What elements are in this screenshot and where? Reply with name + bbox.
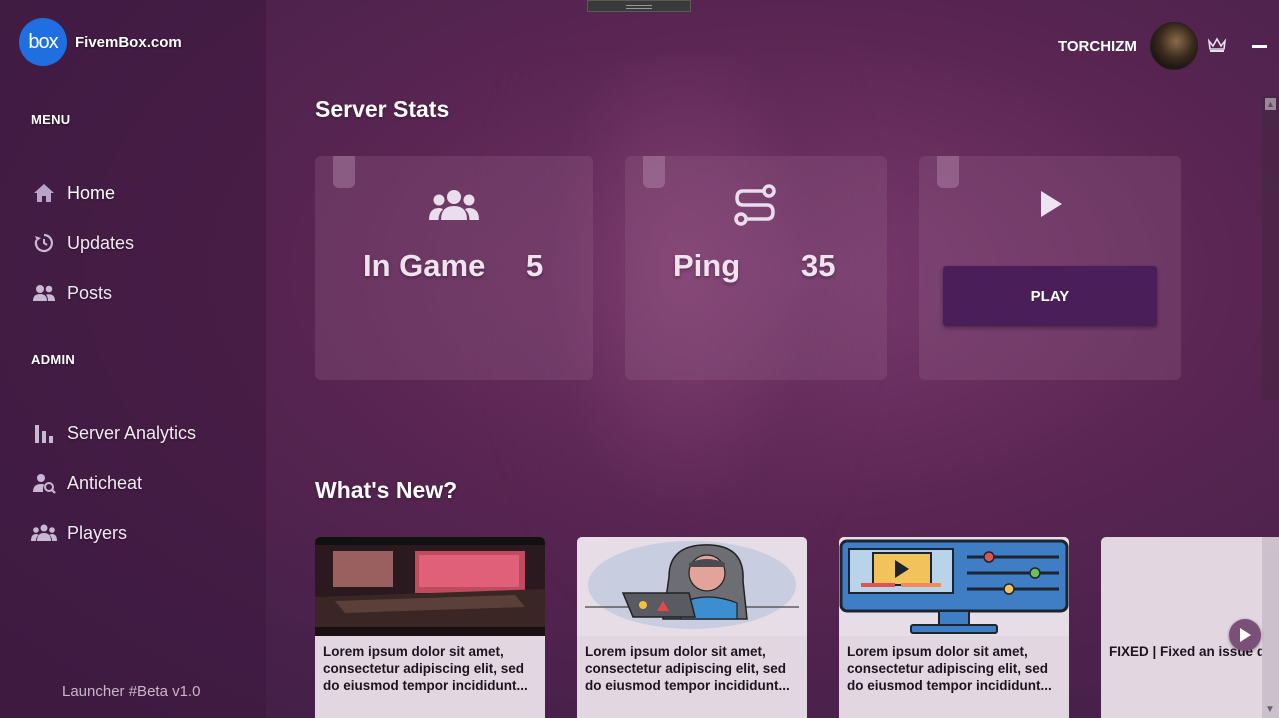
server-stats-title: Server Stats <box>315 96 450 122</box>
play-button[interactable]: PLAY <box>943 266 1157 326</box>
sidebar-item-label: Anticheat <box>67 472 143 493</box>
sidebar-item-posts[interactable]: Posts <box>31 278 112 308</box>
sidebar-item-label: Server Analytics <box>67 422 197 443</box>
play-icon <box>1039 190 1063 223</box>
user-panel: TORCHIZM <box>1049 20 1279 70</box>
group-icon <box>429 188 479 227</box>
sidebar-item-updates[interactable]: Updates <box>31 228 134 258</box>
play-card: PLAY <box>919 156 1181 380</box>
analytics-icon <box>31 420 57 446</box>
scroll-up-icon[interactable]: ▲ <box>1265 98 1276 110</box>
launcher-version: Launcher #Beta v1.0 <box>62 683 201 700</box>
players-icon <box>31 520 57 546</box>
news-card[interactable]: Lorem ipsum dolor sit amet, consectetur … <box>315 537 545 718</box>
minimize-button[interactable] <box>1252 45 1267 48</box>
scroll-down-icon[interactable]: ▼ <box>1265 704 1275 715</box>
in-game-card: In Game 5 <box>315 156 593 380</box>
news-carousel: Lorem ipsum dolor sit amet, consectetur … <box>315 537 1262 718</box>
avatar[interactable] <box>1150 22 1198 70</box>
sidebar-item-label: Home <box>67 182 116 203</box>
crown-icon[interactable] <box>1207 37 1227 53</box>
news-card[interactable]: Lorem ipsum dolor sit amet, consectetur … <box>839 537 1069 718</box>
sidebar-item-label: Updates <box>67 232 135 253</box>
card-tab <box>643 156 665 188</box>
anticheat-icon <box>31 470 57 496</box>
window-drag-handle[interactable] <box>587 0 691 12</box>
ping-value: 35 <box>801 248 836 283</box>
sidebar-item-label: Posts <box>67 282 113 303</box>
news-thumbnail <box>315 537 545 636</box>
news-text: Lorem ipsum dolor sit amet, consectetur … <box>323 644 528 693</box>
route-icon <box>733 184 777 231</box>
news-thumbnail <box>839 537 1069 636</box>
news-text: Lorem ipsum dolor sit amet, consectetur … <box>585 644 790 693</box>
news-card[interactable]: Lorem ipsum dolor sit amet, consectetur … <box>577 537 807 718</box>
in-game-label: In Game <box>363 248 486 283</box>
brand-logo[interactable]: box FivemBox.com <box>19 18 182 66</box>
menu-section-title: MENU <box>31 112 71 127</box>
updates-icon <box>31 230 57 256</box>
news-text: Lorem ipsum dolor sit amet, consectetur … <box>847 644 1052 693</box>
posts-icon <box>31 280 57 306</box>
ping-card: Ping 35 <box>625 156 887 380</box>
ping-label: Ping <box>673 248 741 283</box>
sidebar-item-server-analytics[interactable]: Server Analytics <box>31 418 196 448</box>
home-icon <box>31 180 57 206</box>
news-scrollbar[interactable]: ▼ <box>1262 537 1279 718</box>
card-tab <box>333 156 355 188</box>
whats-new-title: What's New? <box>315 477 458 503</box>
sidebar-item-anticheat[interactable]: Anticheat <box>31 468 142 498</box>
sidebar-item-home[interactable]: Home <box>31 178 115 208</box>
in-game-value: 5 <box>526 248 544 283</box>
next-arrow-icon <box>1240 628 1251 642</box>
sidebar-item-label: Players <box>67 522 128 543</box>
sidebar: box FivemBox.com MENU Home Updates Posts… <box>0 0 266 718</box>
admin-section-title: ADMIN <box>31 352 76 367</box>
logo-badge: box <box>19 18 67 66</box>
username: TORCHIZM <box>1058 38 1137 55</box>
brand-name: FivemBox.com <box>75 33 182 51</box>
stats-scrollbar[interactable]: ▲ <box>1262 96 1279 400</box>
carousel-next-button[interactable] <box>1229 619 1261 651</box>
news-thumbnail <box>577 537 807 636</box>
card-tab <box>937 156 959 188</box>
sidebar-item-players[interactable]: Players <box>31 518 127 548</box>
